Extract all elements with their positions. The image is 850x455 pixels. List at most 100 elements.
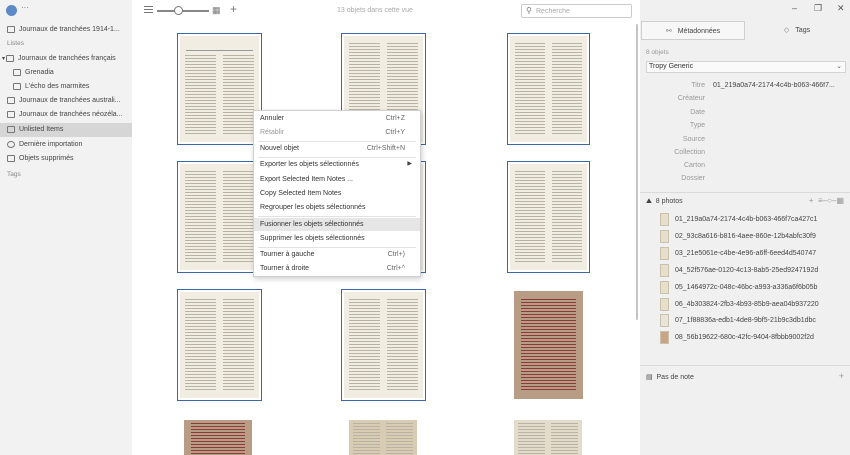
tab-label: Tags	[795, 27, 811, 34]
chevron-down-icon[interactable]: ▾	[2, 56, 5, 62]
metadata-icon: ⚯	[665, 28, 672, 35]
sidebar-item-label: L'écho des marmites	[25, 83, 90, 90]
item-thumbnail[interactable]	[341, 289, 426, 401]
folder-icon	[6, 54, 15, 62]
chevron-down-icon: ⌄	[836, 63, 842, 70]
add-item-icon[interactable]: +	[230, 2, 237, 16]
photo-thumbnail	[660, 264, 669, 277]
photo-list-item[interactable]: 04_52f576ae-0120-4c13-8ab5-25ed9247192d	[660, 264, 846, 278]
menu-item-undo[interactable]: Annuler Ctrl+Z	[254, 112, 420, 125]
template-select[interactable]: Tropy Generic ⌄	[646, 61, 846, 73]
grid-view-icon[interactable]: ▦	[836, 196, 844, 205]
photo-icon: ⛰	[646, 198, 652, 205]
photo-thumbnail	[660, 230, 669, 243]
photo-list-item[interactable]: 06_4b303824-2fb3-4b93-85b9-aea04b937220	[660, 298, 846, 312]
item-thumbnail[interactable]	[507, 33, 590, 145]
menu-item-export[interactable]: Exporter les objets sélectionnés ▶	[254, 158, 420, 171]
folder-icon	[13, 82, 21, 90]
trash-icon	[7, 154, 15, 162]
zoom-slider[interactable]	[157, 10, 209, 12]
item-thumbnail[interactable]	[514, 420, 582, 455]
sidebar-item-trash[interactable]: Objets supprimés	[0, 152, 132, 166]
photo-list-item[interactable]: 05_1464972c-048c-46bc-a993-a336a6f6b05b	[660, 281, 846, 295]
sidebar: ··· Journaux de tranchées 1914-1... List…	[0, 0, 132, 455]
menu-item-rotate-left[interactable]: Tourner à gauche Ctrl+)	[254, 248, 420, 261]
sidebar-item-list-australian[interactable]: Journaux de tranchées australi...	[0, 94, 132, 108]
tab-label: Métadonnées	[677, 28, 721, 35]
search-box[interactable]: ⚲	[521, 4, 632, 18]
menu-item-label: Tourner à gauche	[260, 251, 315, 258]
menu-item-export-notes[interactable]: Export Selected Item Notes ...	[254, 173, 420, 186]
meta-value-title[interactable]: 01_219a0a74-2174-4c4b-b063-466f7...	[713, 82, 843, 89]
close-icon[interactable]: ✕	[837, 3, 845, 14]
meta-label-type: Type	[689, 122, 705, 129]
photo-name: 06_4b303824-2fb3-4b93-85b9-aea04b937220	[675, 301, 819, 308]
maximize-icon[interactable]: ❐	[814, 3, 822, 14]
add-note-icon[interactable]: +	[839, 371, 844, 381]
sidebar-item-list-french[interactable]: ▾ Journaux de tranchées français	[0, 52, 132, 66]
clock-icon	[7, 140, 15, 148]
menu-item-merge[interactable]: Fusionner les objets sélectionnés	[254, 218, 420, 231]
menu-item-copy-notes[interactable]: Copy Selected Item Notes	[254, 187, 420, 200]
panel-divider[interactable]	[640, 192, 850, 193]
menu-item-delete[interactable]: Supprimer les objets sélectionnés	[254, 232, 420, 245]
sidebar-item-project[interactable]: Journaux de tranchées 1914-1...	[0, 23, 132, 37]
item-thumbnail[interactable]	[184, 420, 252, 455]
item-thumbnail[interactable]	[349, 420, 417, 455]
item-thumbnail[interactable]	[507, 161, 590, 273]
menu-separator	[258, 216, 416, 217]
sidebar-item-list-echo[interactable]: L'écho des marmites	[0, 80, 132, 94]
tags-header: Tags	[7, 171, 21, 178]
item-thumbnail[interactable]	[177, 289, 262, 401]
photo-name: 04_52f576ae-0120-4c13-8ab5-25ed9247192d	[675, 267, 819, 274]
photo-list-item[interactable]: 07_1f88836a-edb1-4de8-9bf5-21b9c3db1dbc	[660, 314, 846, 328]
sidebar-item-list-newzealand[interactable]: Journaux de tranchées néozéla...	[0, 108, 132, 122]
photo-list-item[interactable]: 08_56b19622-680c-42fc-9404-8fbbb9002f2d	[660, 331, 846, 345]
menu-item-new-item[interactable]: Nouvel objet Ctrl+Shift+N	[254, 142, 420, 155]
list-view-icon[interactable]: ≡	[818, 196, 823, 205]
sidebar-item-label: Journaux de tranchées français	[18, 55, 116, 62]
photos-count: 8 photos	[655, 198, 683, 205]
folder-icon	[7, 110, 15, 118]
grid-scrollbar[interactable]	[636, 24, 638, 320]
search-input[interactable]	[536, 6, 628, 16]
add-photo-icon[interactable]: +	[809, 196, 814, 205]
photo-list-item[interactable]: 02_93c8a616-b816-4aee-860e-12b4abfc30f9	[660, 230, 846, 244]
tab-tags[interactable]: ◇ Tags	[745, 21, 849, 40]
item-thumbnail[interactable]	[177, 33, 262, 145]
list-view-icon[interactable]	[144, 6, 153, 13]
photo-list-item[interactable]: 03_21e5061e-c4be-4e96-a6ff-6eed4d540747	[660, 247, 846, 261]
menu-item-label: Supprimer les objets sélectionnés	[260, 235, 365, 242]
menu-item-label: Exporter les objets sélectionnés	[260, 161, 359, 168]
photo-list-item[interactable]: 01_219a0a74-2174-4c4b-b063-466f7ca427c1	[660, 213, 846, 227]
sidebar-item-last-import[interactable]: Dernière importation	[0, 138, 132, 152]
sidebar-item-list-grenadia[interactable]: Grenadia	[0, 66, 132, 80]
meta-label-source: Source	[682, 136, 705, 143]
item-thumbnail[interactable]	[177, 161, 262, 273]
tropy-logo-icon[interactable]	[6, 5, 17, 16]
tab-metadata[interactable]: ⚯ Métadonnées	[641, 21, 745, 40]
menu-item-rotate-right[interactable]: Tourner à droite Ctrl+^	[254, 262, 420, 275]
zoom-slider-handle[interactable]	[174, 6, 183, 15]
photo-thumbnail	[660, 298, 669, 311]
menu-item-label: Tourner à droite	[260, 265, 310, 272]
menu-item-redo[interactable]: Rétablir Ctrl+Y	[254, 126, 420, 139]
menu-item-group[interactable]: Regrouper les objets sélectionnés	[254, 201, 420, 214]
sidebar-item-label: Grenadia	[25, 69, 54, 76]
sidebar-item-label: Journaux de tranchées australi...	[19, 97, 121, 104]
more-icon[interactable]: ···	[21, 3, 29, 12]
minimize-icon[interactable]: –	[792, 3, 797, 13]
context-menu: Annuler Ctrl+Z Rétablir Ctrl+Y Nouvel ob…	[253, 110, 421, 277]
photo-thumbnail	[660, 247, 669, 260]
folder-icon	[7, 96, 15, 104]
search-icon: ⚲	[526, 6, 532, 15]
sidebar-item-unlisted[interactable]: Unlisted Items	[0, 123, 132, 137]
menu-item-label: Rétablir	[260, 129, 285, 136]
meta-label-collection: Collection	[674, 149, 705, 156]
item-thumbnail[interactable]	[514, 291, 583, 399]
panel-tabs: ⚯ Métadonnées ◇ Tags	[640, 21, 850, 40]
grid-view-icon[interactable]: ▦	[212, 5, 221, 16]
photo-name: 08_56b19622-680c-42fc-9404-8fbbb9002f2d	[675, 334, 814, 341]
panel-divider[interactable]	[640, 365, 850, 366]
template-value: Tropy Generic	[649, 63, 694, 70]
